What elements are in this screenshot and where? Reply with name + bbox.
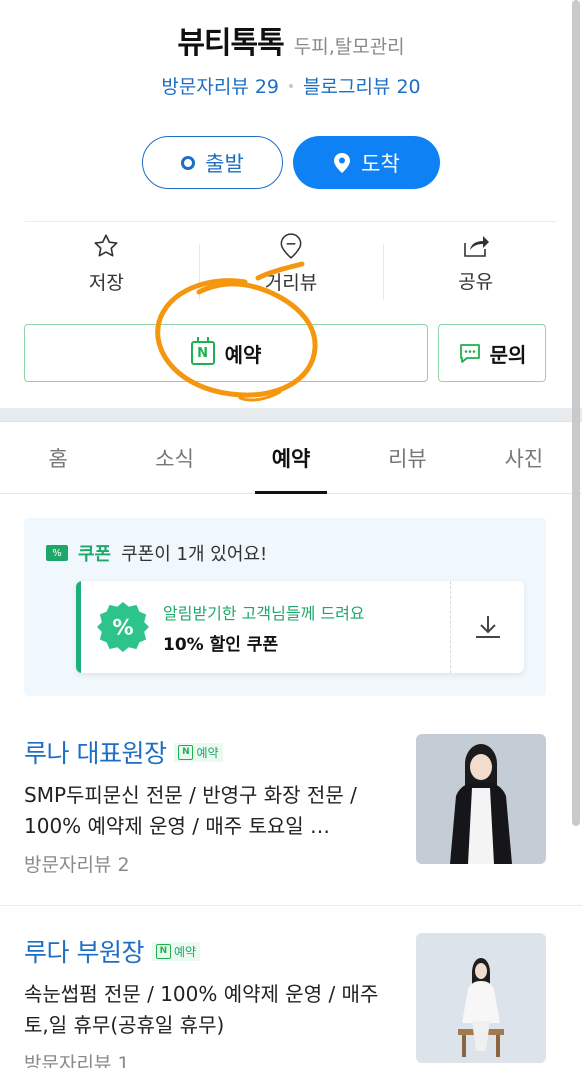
- staff-name-row: 루나 대표원장 N 예약: [24, 734, 396, 770]
- save-button[interactable]: 저장: [14, 222, 199, 304]
- distance-view-label: 거리뷰: [264, 271, 318, 294]
- staff-photo[interactable]: [416, 734, 546, 864]
- depart-button[interactable]: 출발: [142, 136, 283, 189]
- coupon-card[interactable]: % 알림받기한 고객님들께 드려요 10% 할인 쿠폰: [76, 581, 524, 673]
- coupon-download-button[interactable]: [450, 581, 524, 673]
- location-pin-icon: [334, 152, 351, 173]
- svg-text:%: %: [112, 615, 133, 640]
- share-button[interactable]: 공유: [383, 222, 568, 304]
- coupon-title: 10% 할인 쿠폰: [163, 634, 279, 655]
- arrive-button[interactable]: 도착: [293, 136, 440, 189]
- title-row: 뷰티톡톡 두피,탈모관리: [0, 18, 582, 62]
- tab-news[interactable]: 소식: [116, 422, 232, 493]
- staff-name[interactable]: 루다 부원장: [24, 933, 144, 969]
- visitor-reviews-link[interactable]: 방문자리뷰 29: [161, 72, 279, 99]
- staff-item[interactable]: 루다 부원장 N 예약 속눈썹펌 전문 / 100% 예약제 운영 / 매주 토,…: [0, 906, 582, 1068]
- coupon-section: % 쿠폰 쿠폰이 1개 있어요! % 알림받기한 고객님들께 드려요 10% 할…: [24, 518, 546, 696]
- share-icon: [463, 235, 489, 257]
- route-row: 출발 도착: [0, 136, 582, 189]
- arrive-label: 도착: [361, 151, 400, 176]
- book-button[interactable]: N 예약: [24, 324, 428, 382]
- staff-info: 루다 부원장 N 예약 속눈썹펌 전문 / 100% 예약제 운영 / 매주 토,…: [24, 933, 416, 1068]
- download-icon: [475, 616, 500, 638]
- staff-reviews: 방문자리뷰 2: [24, 854, 130, 876]
- staff-name-row: 루다 부원장 N 예약: [24, 933, 396, 969]
- naver-n-icon: N: [155, 943, 171, 959]
- booking-tag: N 예약: [174, 742, 223, 762]
- coupon-ticket-icon: %: [46, 545, 68, 561]
- staff-description: SMP두피문신 전문 / 반영구 화장 전문 / 100% 예약제 운영 / 매…: [24, 783, 357, 838]
- place-header: 뷰티톡톡 두피,탈모관리 방문자리뷰 29 블로그리뷰 20: [0, 0, 582, 99]
- blog-reviews-link[interactable]: 블로그리뷰 20: [303, 72, 421, 99]
- save-label: 저장: [88, 271, 124, 294]
- action-bar: 저장 거리뷰 공유: [14, 222, 568, 304]
- staff-description: 속눈썹펌 전문 / 100% 예약제 운영 / 매주 토,일 휴무(공휴일 휴무…: [24, 982, 379, 1037]
- scrollbar[interactable]: [572, 0, 580, 826]
- staff-name[interactable]: 루나 대표원장: [24, 734, 167, 770]
- coupon-text-block: 알림받기한 고객님들께 드려요 10% 할인 쿠폰: [163, 600, 365, 655]
- staff-info: 루나 대표원장 N 예약 SMP두피문신 전문 / 반영구 화장 전문 / 100…: [24, 734, 416, 877]
- book-label: 예약: [224, 342, 262, 367]
- share-label: 공유: [458, 270, 494, 293]
- distance-view-button[interactable]: 거리뷰: [198, 222, 384, 304]
- tab-photos[interactable]: 사진: [466, 422, 582, 493]
- tab-booking[interactable]: 예약: [233, 422, 349, 494]
- inquire-label: 문의: [489, 342, 527, 367]
- percent-seal-icon: %: [97, 601, 149, 653]
- origin-dot-icon: [181, 155, 196, 170]
- staff-reviews: 방문자리뷰 1: [24, 1053, 130, 1068]
- coupon-count-text: 쿠폰이 1개 있어요!: [121, 544, 268, 565]
- staff-item[interactable]: 루나 대표원장 N 예약 SMP두피문신 전문 / 반영구 화장 전문 / 100…: [0, 696, 582, 906]
- tab-home[interactable]: 홈: [0, 422, 116, 493]
- depart-label: 출발: [205, 151, 244, 176]
- coupon-label: 쿠폰: [78, 544, 112, 565]
- coupon-header: % 쿠폰 쿠폰이 1개 있어요!: [46, 540, 524, 566]
- booking-tag-label: 예약: [173, 944, 197, 959]
- coupon-subtitle: 알림받기한 고객님들께 드려요: [163, 603, 365, 623]
- star-icon: [94, 233, 118, 256]
- reviews-row: 방문자리뷰 29 블로그리뷰 20: [0, 72, 582, 99]
- dot-separator: [289, 83, 293, 88]
- section-separator: [0, 408, 582, 422]
- naver-booking-icon: N: [190, 337, 215, 365]
- inquire-button[interactable]: 문의: [438, 324, 546, 382]
- coupon-main: % 알림받기한 고객님들께 드려요 10% 할인 쿠폰: [76, 581, 450, 673]
- tab-bar: 홈 소식 예약 리뷰 사진: [0, 422, 582, 494]
- staff-photo[interactable]: [416, 933, 546, 1063]
- booking-tag-label: 예약: [196, 745, 219, 760]
- pin-outline-icon: [280, 232, 302, 259]
- place-category: 두피,탈모관리: [293, 36, 405, 58]
- booking-tag: N 예약: [151, 941, 201, 961]
- tab-reviews[interactable]: 리뷰: [349, 422, 465, 493]
- booking-row: N 예약 문의: [24, 324, 546, 382]
- place-title: 뷰티톡톡: [177, 26, 284, 61]
- chat-bubble-icon: [459, 344, 480, 363]
- naver-n-icon: N: [178, 744, 194, 760]
